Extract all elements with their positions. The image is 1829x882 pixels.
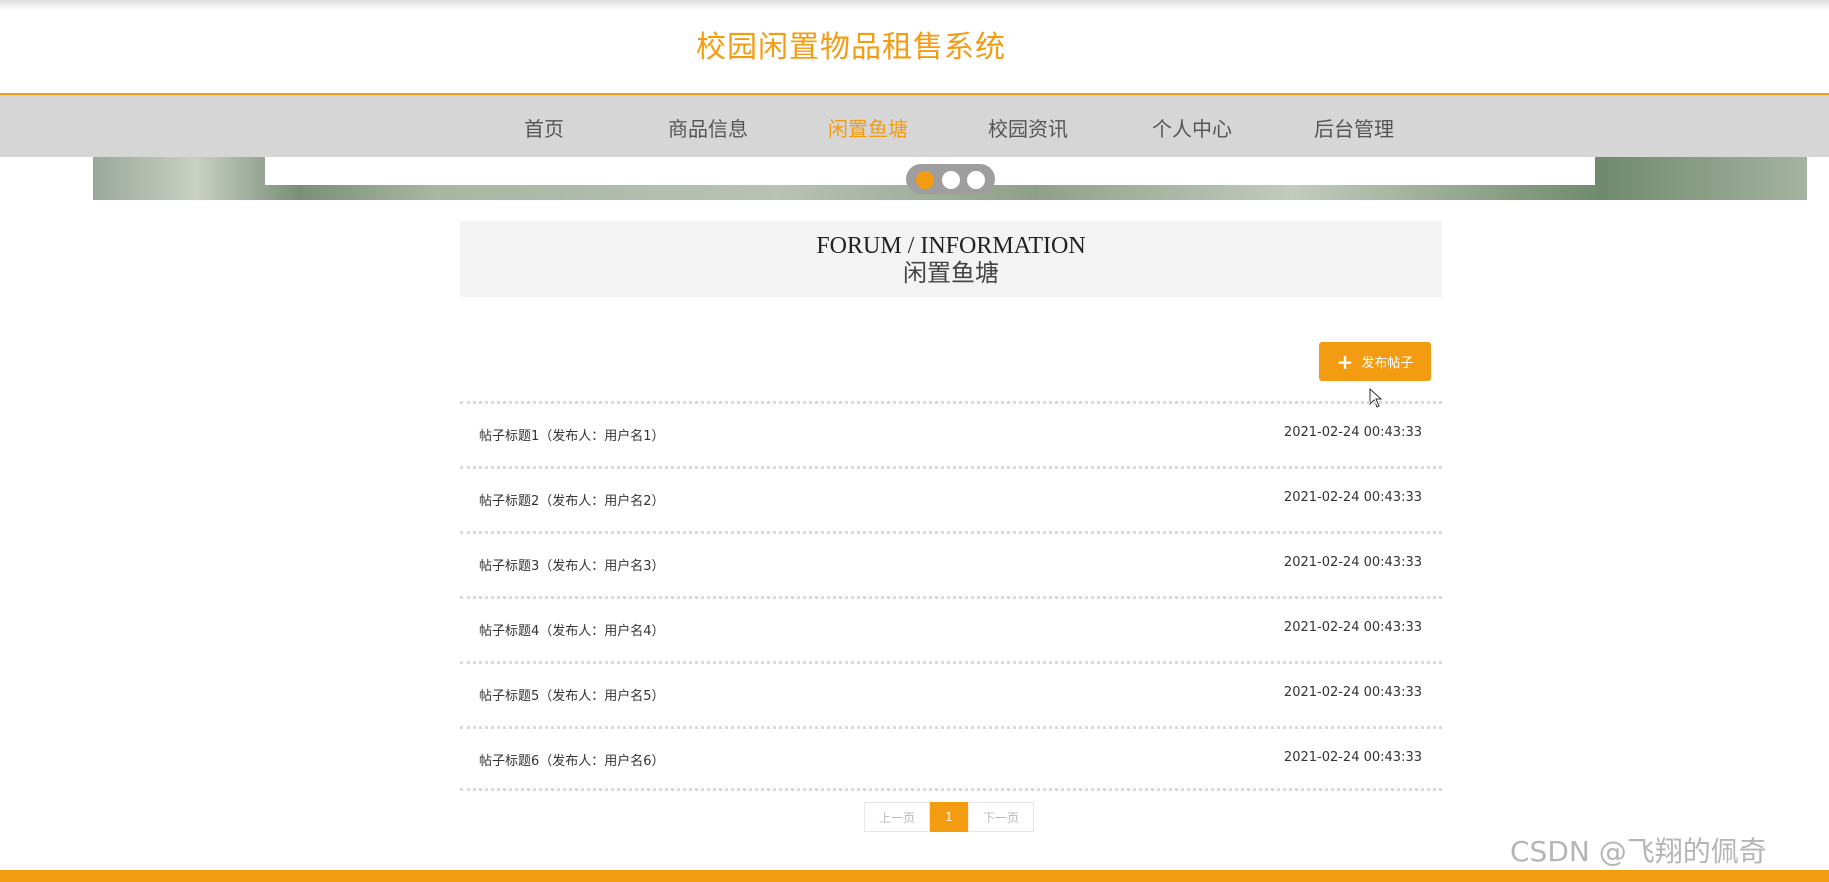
post-title[interactable]: 帖子标题5（发布人：用户名5）	[479, 685, 665, 704]
nav-item-home[interactable]: 首页	[524, 113, 564, 142]
nav-item-campus-news[interactable]: 校园资讯	[988, 113, 1068, 142]
post-row[interactable]: 帖子标题6（发布人：用户名6） 2021-02-24 00:43:33	[460, 726, 1442, 791]
carousel-indicators	[906, 164, 995, 194]
post-title[interactable]: 帖子标题3（发布人：用户名3）	[479, 555, 665, 574]
post-time: 2021-02-24 00:43:33	[1283, 620, 1422, 635]
post-row[interactable]: 帖子标题3（发布人：用户名3） 2021-02-24 00:43:33	[460, 531, 1442, 596]
carousel-dot-3[interactable]	[967, 171, 985, 189]
post-time: 2021-02-24 00:43:33	[1283, 555, 1422, 570]
current-page-button[interactable]: 1	[930, 802, 968, 832]
carousel-dot-2[interactable]	[942, 171, 960, 189]
next-page-button[interactable]: 下一页	[968, 802, 1034, 832]
post-title[interactable]: 帖子标题6（发布人：用户名6）	[479, 750, 665, 769]
post-time: 2021-02-24 00:43:33	[1283, 685, 1422, 700]
plus-icon: +	[1336, 349, 1354, 374]
nav-item-personal-center[interactable]: 个人中心	[1152, 113, 1232, 142]
pagination: 上一页 1 下一页	[864, 802, 1034, 832]
nav-item-products[interactable]: 商品信息	[668, 113, 748, 142]
main-nav: 首页 商品信息 闲置鱼塘 校园资讯 个人中心 后台管理	[0, 93, 1829, 157]
post-title[interactable]: 帖子标题4（发布人：用户名4）	[479, 620, 665, 639]
post-row[interactable]: 帖子标题2（发布人：用户名2） 2021-02-24 00:43:33	[460, 466, 1442, 531]
publish-post-label: 发布帖子	[1361, 356, 1414, 371]
post-row[interactable]: 帖子标题4（发布人：用户名4） 2021-02-24 00:43:33	[460, 596, 1442, 661]
publish-post-button[interactable]: + 发布帖子	[1319, 342, 1431, 381]
watermark: CSDN @飞翔的佩奇	[1510, 835, 1767, 868]
carousel-dot-1[interactable]	[916, 171, 934, 189]
post-time: 2021-02-24 00:43:33	[1283, 750, 1422, 765]
forum-heading-en: FORUM / INFORMATION	[816, 233, 1086, 259]
post-time: 2021-02-24 00:43:33	[1283, 490, 1422, 505]
prev-page-button[interactable]: 上一页	[864, 802, 930, 832]
forum-header: FORUM / INFORMATION 闲置鱼塘	[460, 221, 1442, 297]
nav-item-forum[interactable]: 闲置鱼塘	[828, 113, 908, 142]
post-row[interactable]: 帖子标题5（发布人：用户名5） 2021-02-24 00:43:33	[460, 661, 1442, 726]
site-title: 校园闲置物品租售系统	[696, 30, 1006, 65]
post-title[interactable]: 帖子标题1（发布人：用户名1）	[479, 425, 665, 444]
top-shade	[0, 0, 1829, 10]
footer-bar	[0, 870, 1829, 882]
post-time: 2021-02-24 00:43:33	[1283, 425, 1422, 440]
nav-item-admin[interactable]: 后台管理	[1314, 113, 1394, 142]
post-list: 帖子标题1（发布人：用户名1） 2021-02-24 00:43:33 帖子标题…	[460, 401, 1442, 791]
forum-heading-cn: 闲置鱼塘	[903, 261, 999, 287]
post-title[interactable]: 帖子标题2（发布人：用户名2）	[479, 490, 665, 509]
post-row[interactable]: 帖子标题1（发布人：用户名1） 2021-02-24 00:43:33	[460, 401, 1442, 466]
